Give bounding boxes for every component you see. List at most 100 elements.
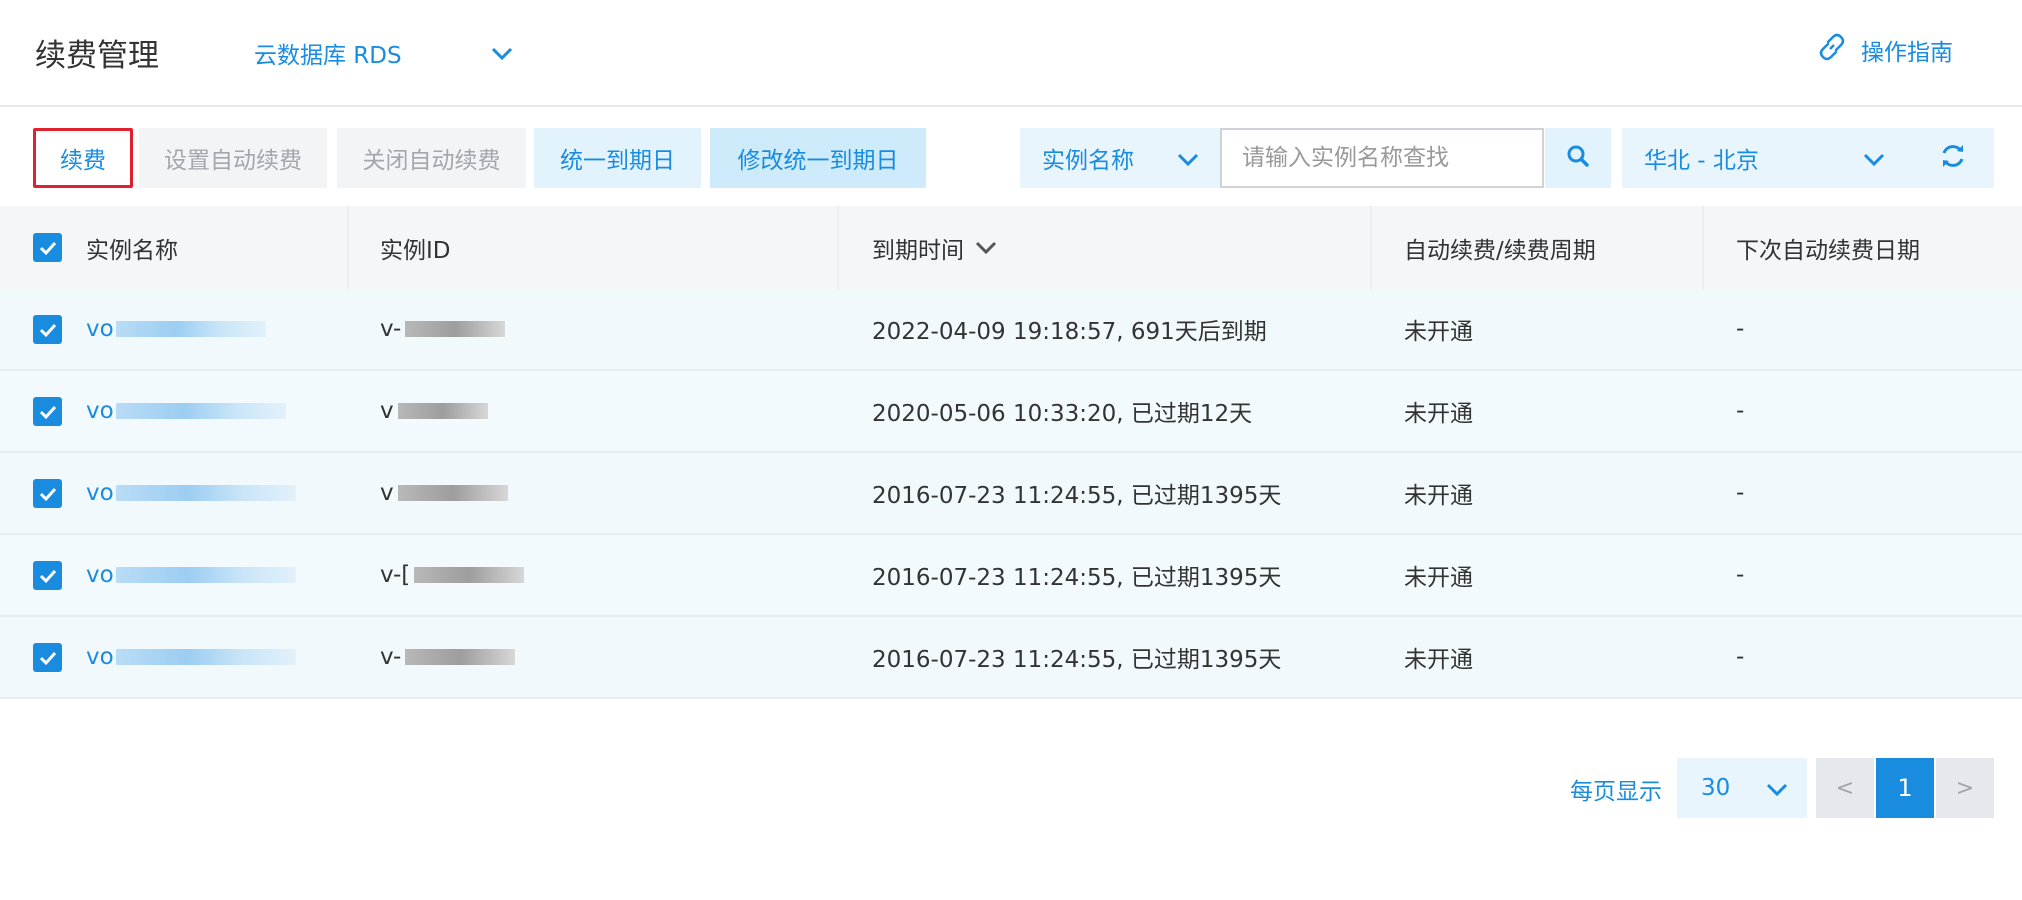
expiry-cell: 2016-07-23 11:24:55, 已过期1395天 — [872, 647, 1282, 673]
product-select[interactable]: 云数据库 RDS — [254, 36, 513, 70]
page-number-button[interactable]: 1 — [1876, 758, 1934, 818]
toolbar: 续费 设置自动续费 关闭自动续费 统一到期日 修改统一到期日 实例名称 华北 -… — [0, 128, 2022, 188]
table-row: vo v 2020-05-06 10:33:20, 已过期12天 未开通 - — [0, 371, 2022, 453]
column-divider — [1702, 206, 1704, 289]
column-header-next-renew: 下次自动续费日期 — [1736, 237, 1920, 264]
instance-id-cell: v-[ — [380, 535, 525, 615]
redacted-name — [115, 649, 296, 665]
redacted-name — [115, 321, 266, 337]
page-header: 续费管理 云数据库 RDS 操作指南 — [0, 0, 2022, 107]
per-page-label: 每页显示 — [1570, 779, 1662, 805]
row-checkbox[interactable] — [33, 561, 62, 590]
next-renew-cell: - — [1736, 562, 1745, 588]
refresh-icon — [1939, 142, 1967, 174]
column-divider — [347, 206, 349, 289]
redacted-name — [115, 567, 296, 583]
chevron-down-icon — [974, 240, 998, 256]
table-row: vo v- 2016-07-23 11:24:55, 已过期1395天 未开通 … — [0, 617, 2022, 699]
prev-page-button[interactable]: < — [1816, 758, 1874, 818]
search-input[interactable] — [1220, 128, 1544, 188]
per-page-select[interactable]: 30 — [1677, 758, 1807, 818]
product-select-label: 云数据库 RDS — [254, 43, 402, 69]
auto-renew-cell: 未开通 — [1404, 647, 1473, 673]
check-icon — [39, 569, 56, 583]
expiry-cell: 2022-04-09 19:18:57, 691天后到期 — [872, 319, 1267, 345]
renewal-table: 实例名称 实例ID 到期时间 自动续费/续费周期 下次自动续费日期 vo v- … — [0, 206, 2022, 699]
instance-name-link[interactable]: vo — [86, 289, 266, 369]
column-header-name: 实例名称 — [86, 237, 178, 264]
instance-id-cell: v- — [380, 289, 506, 369]
table-row: vo v- 2022-04-09 19:18:57, 691天后到期 未开通 - — [0, 289, 2022, 371]
guide-link[interactable]: 操作指南 — [1815, 30, 1953, 70]
instance-id-text: v-[ — [380, 562, 411, 588]
set-auto-renew-button[interactable]: 设置自动续费 — [139, 128, 327, 188]
row-checkbox[interactable] — [33, 479, 62, 508]
column-header-expiry[interactable]: 到期时间 — [872, 206, 998, 289]
renew-button[interactable]: 续费 — [33, 128, 133, 188]
check-icon — [39, 241, 56, 255]
instance-id-cell: v- — [380, 617, 516, 697]
instance-name-link[interactable]: vo — [86, 617, 296, 697]
instance-name-text: vo — [86, 644, 114, 670]
unify-expiry-button[interactable]: 统一到期日 — [534, 128, 701, 188]
table-header: 实例名称 实例ID 到期时间 自动续费/续费周期 下次自动续费日期 — [0, 206, 2022, 289]
auto-renew-cell: 未开通 — [1404, 483, 1473, 509]
refresh-button[interactable] — [1912, 128, 1994, 188]
chevron-down-icon — [490, 42, 514, 68]
chevron-down-icon — [1765, 778, 1789, 804]
instance-name-text: vo — [86, 316, 114, 342]
row-checkbox[interactable] — [33, 315, 62, 344]
check-icon — [39, 487, 56, 501]
row-checkbox[interactable] — [33, 643, 62, 672]
instance-id-text: v- — [380, 316, 402, 342]
expiry-cell: 2016-07-23 11:24:55, 已过期1395天 — [872, 565, 1282, 591]
instance-name-text: vo — [86, 398, 114, 424]
pagination: 每页显示 30 < 1 > — [0, 758, 2022, 818]
region-select-label: 华北 - 北京 — [1644, 148, 1759, 174]
check-icon — [39, 323, 56, 337]
auto-renew-cell: 未开通 — [1404, 565, 1473, 591]
per-page-value: 30 — [1701, 775, 1731, 801]
expiry-cell: 2020-05-06 10:33:20, 已过期12天 — [872, 401, 1253, 427]
instance-id-cell: v — [380, 453, 508, 533]
redacted-name — [115, 403, 286, 419]
column-header-expiry-label: 到期时间 — [872, 237, 964, 264]
next-renew-cell: - — [1736, 316, 1745, 342]
auto-renew-cell: 未开通 — [1404, 401, 1473, 427]
instance-name-text: vo — [86, 562, 114, 588]
select-all-checkbox[interactable] — [33, 233, 62, 262]
page-title: 续费管理 — [35, 38, 159, 74]
check-icon — [39, 651, 56, 665]
table-row: vo v-[ 2016-07-23 11:24:55, 已过期1395天 未开通… — [0, 535, 2022, 617]
table-body: vo v- 2022-04-09 19:18:57, 691天后到期 未开通 -… — [0, 289, 2022, 699]
link-icon — [1815, 30, 1849, 70]
row-checkbox[interactable] — [33, 397, 62, 426]
instance-id-text: v — [380, 480, 394, 506]
instance-id-text: v — [380, 398, 394, 424]
instance-id-text: v- — [380, 644, 402, 670]
instance-name-link[interactable]: vo — [86, 371, 286, 451]
next-renew-cell: - — [1736, 398, 1745, 424]
chevron-down-icon — [1176, 148, 1200, 174]
redacted-id — [397, 403, 488, 419]
search-field-label: 实例名称 — [1042, 148, 1134, 174]
instance-name-text: vo — [86, 480, 114, 506]
next-page-button[interactable]: > — [1936, 758, 1994, 818]
instance-name-link[interactable]: vo — [86, 535, 296, 615]
region-select[interactable]: 华北 - 北京 — [1622, 128, 1942, 188]
column-divider — [1370, 206, 1372, 289]
chevron-down-icon — [1862, 148, 1886, 174]
instance-id-cell: v — [380, 371, 488, 451]
search-button[interactable] — [1545, 128, 1611, 188]
header-cell-name: 实例名称 — [0, 206, 347, 289]
close-auto-renew-button[interactable]: 关闭自动续费 — [337, 128, 526, 188]
modify-unify-expiry-button[interactable]: 修改统一到期日 — [710, 128, 926, 188]
search-icon — [1566, 144, 1590, 172]
redacted-id — [414, 567, 525, 583]
column-header-auto-renew: 自动续费/续费周期 — [1404, 237, 1596, 264]
guide-link-label: 操作指南 — [1861, 40, 1953, 66]
column-header-id: 实例ID — [380, 237, 451, 264]
search-field-select[interactable]: 实例名称 — [1020, 128, 1220, 188]
instance-name-link[interactable]: vo — [86, 453, 296, 533]
redacted-id — [405, 321, 506, 337]
